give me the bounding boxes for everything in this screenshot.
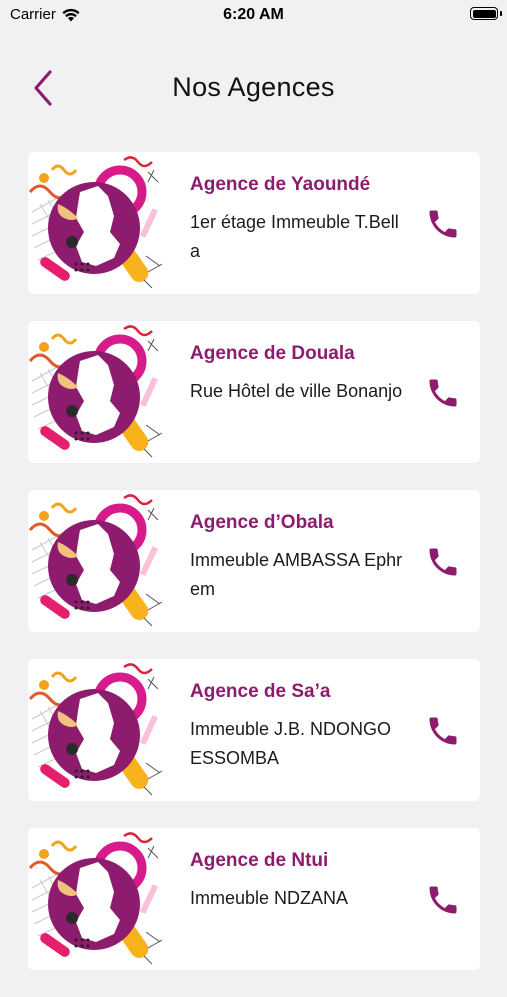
navigation-bar: Nos Agences xyxy=(0,60,507,120)
agency-thumbnail xyxy=(28,152,168,294)
agency-address: 1er étage Immeuble T.Bella xyxy=(190,212,399,261)
agency-card[interactable]: Agence de Yaoundé 1er étage Immeuble T.B… xyxy=(28,152,480,294)
agency-thumbnail xyxy=(28,659,168,801)
agency-name: Agence d’Obala xyxy=(190,512,334,533)
phone-icon xyxy=(429,379,457,407)
agency-card[interactable]: Agence de Douala Rue Hôtel de ville Bona… xyxy=(28,321,480,463)
agency-thumbnail xyxy=(28,828,168,970)
call-button[interactable] xyxy=(425,375,461,411)
phone-icon xyxy=(429,548,457,576)
agency-name: Agence de Sa’a xyxy=(190,681,331,702)
agency-card[interactable]: Agence d’Obala Immeuble AMBASSA Ephrem xyxy=(28,490,480,632)
agency-thumbnail xyxy=(28,321,168,463)
agency-name: Agence de Douala xyxy=(190,343,355,364)
phone-icon xyxy=(429,886,457,914)
agency-address: Immeuble AMBASSA Ephrem xyxy=(190,550,403,599)
agency-address: Rue Hôtel de ville Bonanjo xyxy=(190,381,403,401)
call-button[interactable] xyxy=(425,882,461,918)
call-button[interactable] xyxy=(425,206,461,242)
agency-address: Immeuble J.B. NDONGO ESSOMBA xyxy=(190,719,392,768)
agency-name: Agence de Yaoundé xyxy=(190,174,371,195)
agency-card[interactable]: Agence de Sa’a Immeuble J.B. NDONGO ESSO… xyxy=(28,659,480,801)
agency-card[interactable]: Agence de Ntui Immeuble NDZANA xyxy=(28,828,480,970)
phone-icon xyxy=(429,210,457,238)
agency-list: Agence de Yaoundé 1er étage Immeuble T.B… xyxy=(28,152,480,997)
phone-icon xyxy=(429,717,457,745)
status-bar: Carrier 6:20 AM xyxy=(0,0,507,30)
call-button[interactable] xyxy=(425,713,461,749)
agency-address: Immeuble NDZANA xyxy=(190,888,349,908)
battery-icon xyxy=(470,7,502,20)
call-button[interactable] xyxy=(425,544,461,580)
agency-thumbnail xyxy=(28,490,168,632)
page-title: Nos Agences xyxy=(172,72,335,102)
agency-name: Agence de Ntui xyxy=(190,850,329,871)
status-time: 6:20 AM xyxy=(223,6,284,23)
